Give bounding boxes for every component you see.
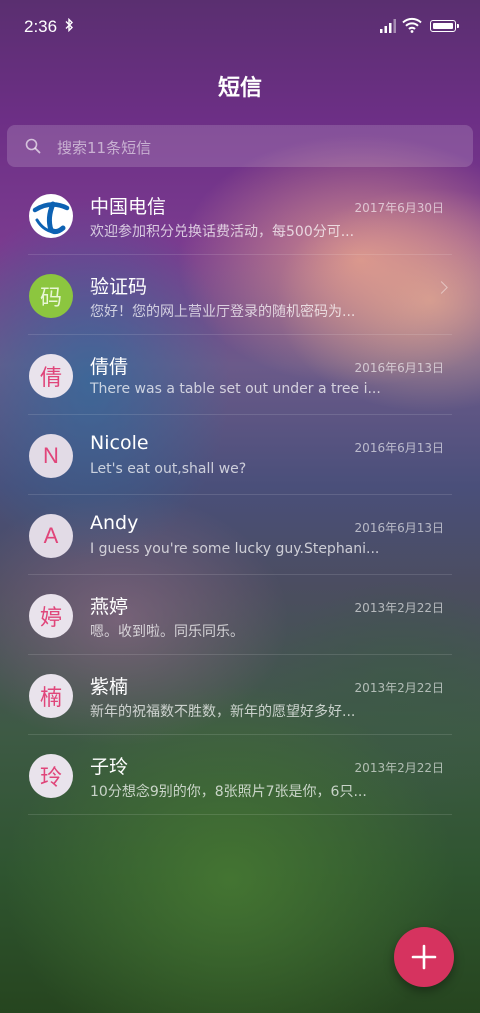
message-date: 2017年6月30日 [354,201,444,215]
status-bar: 2:36 [0,0,480,54]
signal-icon [380,19,396,33]
message-preview: Let's eat out,shall we? [90,461,247,477]
conversation-row[interactable]: 玲 子玲 2013年2月22日 10分想念9别的你，8张照片7张是你，6只... [0,735,480,815]
divider [28,814,452,815]
conversation-row[interactable]: 倩 倩倩 2016年6月13日 There was a table set ou… [0,335,480,415]
wifi-icon [402,17,422,33]
message-date: 2013年2月22日 [354,681,444,695]
search-placeholder: 搜索11条短信 [57,139,152,157]
plus-icon [411,944,437,970]
avatar: 倩 [29,354,73,398]
search-icon [25,138,41,154]
contact-name: 倩倩 [90,356,129,378]
contact-name: Andy [90,512,139,534]
message-date: 2013年2月22日 [354,761,444,775]
contact-name: 中国电信 [90,196,167,218]
avatar: 码 [29,274,73,318]
search-bar[interactable]: 搜索11条短信 [7,125,473,167]
avatar: N [29,434,73,478]
battery-icon [430,20,459,32]
conversation-row[interactable]: 婷 燕婷 2013年2月22日 嗯。收到啦。同乐同乐。 [0,575,480,655]
conversation-row[interactable]: 中国电信 2017年6月30日 欢迎参加积分兑换话费活动，每500分可... [0,175,480,255]
message-date: 2016年6月13日 [354,441,444,455]
conversation-row[interactable]: 码 验证码 您好！您的网上营业厅登录的随机密码为... [0,255,480,335]
conversation-row[interactable]: N Nicole 2016年6月13日 Let's eat out,shall … [0,415,480,495]
message-preview: 新年的祝福数不胜数，新年的愿望好多好... [90,704,356,720]
message-preview: There was a table set out under a tree i… [90,381,381,397]
bluetooth-icon [64,17,74,36]
telecom-logo-icon [29,194,73,238]
contact-name: 紫楠 [90,676,129,698]
new-message-button[interactable] [394,927,454,987]
message-date: 2016年6月13日 [354,361,444,375]
page-title: 短信 [217,76,262,101]
message-preview: 欢迎参加积分兑换话费活动，每500分可... [90,224,355,240]
avatar: 楠 [29,674,73,718]
message-date: 2013年2月22日 [354,601,444,615]
message-preview: I guess you're some lucky guy.Stephani..… [90,541,380,557]
message-date: 2016年6月13日 [354,521,444,535]
conversation-row[interactable]: A Andy 2016年6月13日 I guess you're some lu… [0,495,480,575]
avatar: 玲 [29,754,73,798]
contact-name: 子玲 [90,756,129,778]
avatar: A [29,514,73,558]
message-preview: 10分想念9别的你，8张照片7张是你，6只... [90,784,367,800]
contact-name: Nicole [90,432,149,454]
conversation-row[interactable]: 楠 紫楠 2013年2月22日 新年的祝福数不胜数，新年的愿望好多好... [0,655,480,735]
message-preview: 您好！您的网上营业厅登录的随机密码为... [90,304,356,320]
avatar: 婷 [29,594,73,638]
contact-name: 验证码 [90,276,148,298]
contact-name: 燕婷 [90,596,129,618]
status-time: 2:36 [24,17,58,36]
chevron-right-icon [435,281,448,294]
message-preview: 嗯。收到啦。同乐同乐。 [90,624,244,640]
